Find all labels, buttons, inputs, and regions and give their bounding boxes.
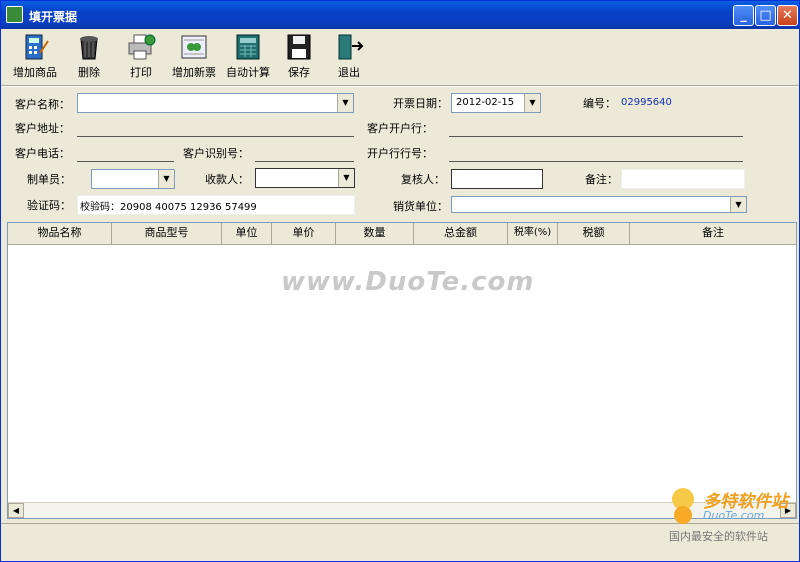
number-label: 编号： xyxy=(583,97,616,110)
remark-input[interactable] xyxy=(621,169,745,189)
delete-label: 删除 xyxy=(78,66,100,79)
main-window: 填开票据 _ □ ✕ 增加商品 删除 打印 增加新票 自动计算 保存 退出 客户… xyxy=(0,0,800,562)
remark-label: 备注： xyxy=(585,173,618,186)
bank-no-field[interactable] xyxy=(449,161,743,162)
seller-select[interactable]: ▼ xyxy=(451,196,747,213)
delete-button[interactable]: 删除 xyxy=(69,31,109,81)
watermark-text: www.DuoTe.com xyxy=(281,267,535,297)
reviewer-input[interactable] xyxy=(451,169,543,189)
customer-name-select[interactable]: ▼ xyxy=(77,93,354,113)
save-button[interactable]: 保存 xyxy=(281,31,317,81)
calculator-icon xyxy=(25,34,49,60)
bank-field[interactable] xyxy=(449,136,743,137)
table-header: 物品名称 商品型号 单位 单价 数量 总金额 税率(%) 税额 备注 xyxy=(8,223,796,245)
new-ticket-icon xyxy=(181,35,207,59)
col-quantity[interactable]: 数量 xyxy=(336,223,414,245)
add-item-label: 增加商品 xyxy=(13,66,57,79)
exit-button[interactable]: 退出 xyxy=(331,31,367,81)
logo-site: DuoTe.com xyxy=(703,509,765,522)
date-label: 开票日期： xyxy=(393,97,448,110)
number-value: 02995640 xyxy=(621,97,672,108)
maximize-button[interactable]: □ xyxy=(755,5,776,26)
close-button[interactable]: ✕ xyxy=(777,5,798,26)
logo-slogan: 国内最安全的软件站 xyxy=(669,530,768,543)
col-unit[interactable]: 单位 xyxy=(222,223,272,245)
new-ticket-label: 增加新票 xyxy=(172,66,216,79)
col-price[interactable]: 单价 xyxy=(272,223,336,245)
chevron-down-icon: ▼ xyxy=(158,170,174,188)
printer-icon xyxy=(128,34,156,60)
maker-label: 制单员： xyxy=(27,173,71,186)
toolbar: 增加商品 删除 打印 增加新票 自动计算 保存 退出 xyxy=(9,31,799,83)
payee-label: 收款人： xyxy=(205,173,249,186)
app-icon xyxy=(6,6,23,23)
customer-address-label: 客户地址： xyxy=(15,122,70,135)
col-remark[interactable]: 备注 xyxy=(630,223,796,245)
window-title: 填开票据 xyxy=(29,10,78,24)
customer-name-label: 客户名称： xyxy=(15,98,70,111)
verify-input[interactable]: 校验码：20908 40075 12936 57499 xyxy=(77,195,355,215)
auto-calc-label: 自动计算 xyxy=(226,66,270,79)
col-model[interactable]: 商品型号 xyxy=(112,223,222,245)
reviewer-label: 复核人： xyxy=(401,173,445,186)
trash-icon xyxy=(80,36,98,60)
col-tax-rate[interactable]: 税率(%) xyxy=(508,223,558,245)
new-ticket-button[interactable]: 增加新票 xyxy=(169,31,219,81)
chevron-down-icon: ▼ xyxy=(730,197,746,212)
exit-door-icon xyxy=(338,34,364,60)
date-picker[interactable]: 2012-02-15 ▼ xyxy=(451,93,541,113)
floppy-icon xyxy=(287,34,311,60)
duote-logo: 多特软件站 DuoTe.com 国内最安全的软件站 xyxy=(669,485,795,545)
col-item-name[interactable]: 物品名称 xyxy=(8,223,112,245)
chevron-down-icon: ▼ xyxy=(337,94,353,112)
date-value: 2012-02-15 xyxy=(456,97,515,108)
toolbar-separator xyxy=(1,85,799,87)
verify-label: 验证码： xyxy=(27,199,71,212)
print-label: 打印 xyxy=(130,66,152,79)
chevron-down-icon: ▼ xyxy=(338,169,354,187)
seller-label: 销货单位： xyxy=(393,200,448,213)
calculator2-icon xyxy=(236,34,260,60)
bank-no-label: 开户行行号： xyxy=(367,147,433,160)
payee-select[interactable]: ▼ xyxy=(255,168,355,188)
customer-id-field[interactable] xyxy=(255,161,354,162)
auto-calc-button[interactable]: 自动计算 xyxy=(223,31,273,81)
col-total[interactable]: 总金额 xyxy=(414,223,508,245)
minimize-button[interactable]: _ xyxy=(733,5,754,26)
scroll-left-icon[interactable]: ◀ xyxy=(8,503,24,518)
add-item-button[interactable]: 增加商品 xyxy=(9,31,61,81)
customer-phone-label: 客户电话： xyxy=(15,147,70,160)
exit-label: 退出 xyxy=(338,66,360,79)
col-tax[interactable]: 税额 xyxy=(558,223,630,245)
bank-label: 客户开户行： xyxy=(367,122,433,135)
customer-phone-field[interactable] xyxy=(77,161,174,162)
customer-id-label: 客户识别号： xyxy=(183,147,249,160)
print-button[interactable]: 打印 xyxy=(121,31,161,81)
save-label: 保存 xyxy=(288,66,310,79)
chevron-down-icon: ▼ xyxy=(524,94,540,112)
verify-value: 校验码：20908 40075 12936 57499 xyxy=(80,202,257,213)
title-bar: 填开票据 _ □ ✕ xyxy=(1,1,799,29)
maker-select[interactable]: ▼ xyxy=(91,169,175,189)
customer-address-field[interactable] xyxy=(77,136,354,137)
